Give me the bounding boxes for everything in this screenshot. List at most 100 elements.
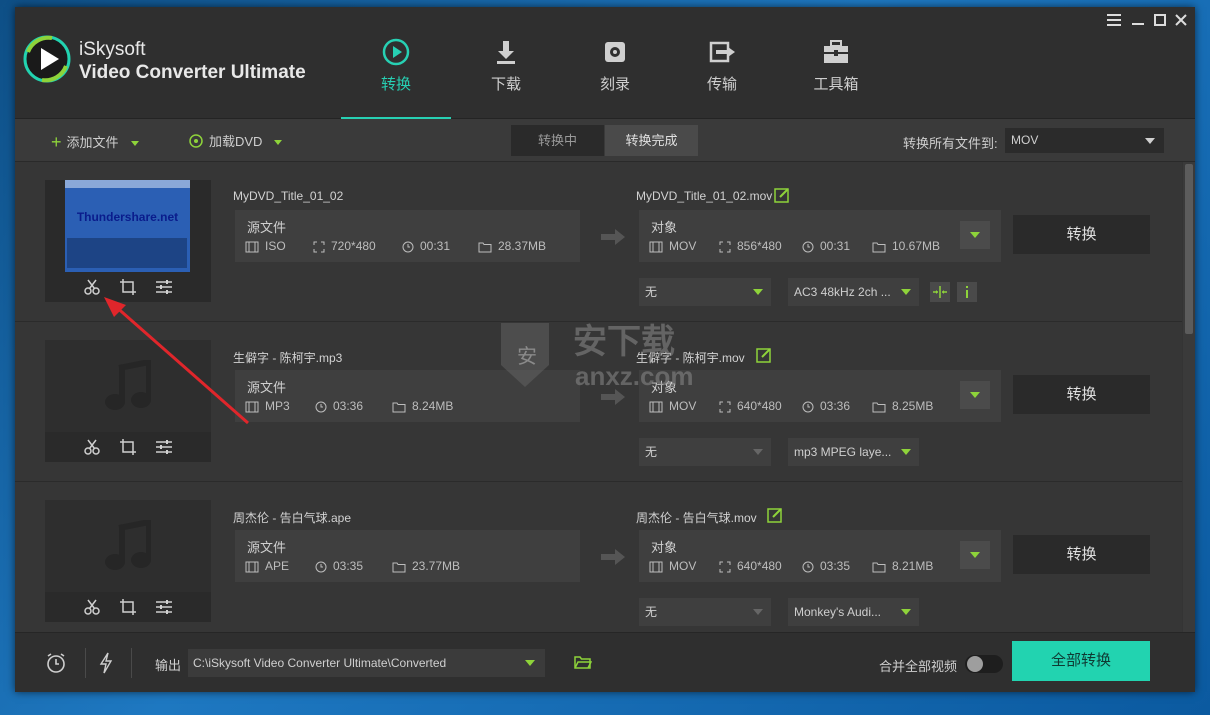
chevron-down-icon xyxy=(753,449,763,455)
tab-burn[interactable]: 刻录 xyxy=(560,37,670,119)
info-icon[interactable] xyxy=(957,282,977,302)
list-scrollbar[interactable] xyxy=(1183,162,1195,632)
maximize-icon[interactable] xyxy=(1149,10,1171,32)
resolution-icon xyxy=(719,401,731,413)
scissors-icon[interactable] xyxy=(83,438,101,456)
target-format-select[interactable]: MOV xyxy=(1005,128,1164,153)
film-icon xyxy=(649,561,663,573)
chevron-down-icon xyxy=(970,232,980,238)
output-path-select[interactable]: C:\iSkysoft Video Converter Ultimate\Con… xyxy=(188,649,545,677)
chevron-down-icon xyxy=(970,552,980,558)
edit-icon[interactable] xyxy=(767,507,783,523)
audio-track-select[interactable]: Monkey's Audi... xyxy=(788,598,919,626)
thumbnail-image: Thundershare.net xyxy=(45,180,211,272)
minimize-icon[interactable] xyxy=(1127,10,1149,32)
target-resolution: 856*480 xyxy=(719,239,782,253)
source-format-value: MP3 xyxy=(265,399,290,413)
menu-icon[interactable] xyxy=(1103,10,1125,32)
target-format: MOV xyxy=(649,399,696,413)
target-settings-dropdown[interactable] xyxy=(960,221,990,249)
open-folder-icon[interactable] xyxy=(574,655,592,670)
convert-all-button[interactable]: 全部转换 xyxy=(1012,641,1150,681)
bottom-bar: 输出 C:\iSkysoft Video Converter Ultimate\… xyxy=(15,632,1195,692)
target-size-value: 8.25MB xyxy=(892,399,934,413)
folder-icon xyxy=(478,242,492,253)
convert-button[interactable]: 转换 xyxy=(1013,215,1150,254)
effects-icon[interactable] xyxy=(155,278,173,296)
edit-icon[interactable] xyxy=(756,347,772,363)
scissors-icon[interactable] xyxy=(83,278,101,296)
subtitle-select[interactable]: 无 xyxy=(639,438,771,466)
load-dvd-label: 加载DVD xyxy=(209,134,263,149)
source-format: ISO xyxy=(245,239,286,253)
video-thumbnail[interactable]: Thundershare.net xyxy=(45,180,211,302)
source-duration-value: 03:36 xyxy=(333,399,364,413)
edit-icon[interactable] xyxy=(774,187,790,203)
merge-all-toggle[interactable] xyxy=(965,655,1003,673)
subtitle-select[interactable]: 无 xyxy=(639,278,771,306)
audio-track-select[interactable]: mp3 MPEG laye... xyxy=(788,438,919,466)
add-file-button[interactable]: + 添加文件 xyxy=(51,131,139,152)
target-format-value: MOV xyxy=(1011,133,1039,147)
annotation-arrow-icon xyxy=(104,297,249,425)
source-file-name: 周杰伦 - 告白气球.ape xyxy=(233,511,352,525)
load-dvd-button[interactable]: 加载DVD xyxy=(189,131,283,150)
tab-transfer[interactable]: 传输 xyxy=(667,37,777,119)
add-audio-icon[interactable] xyxy=(930,282,950,302)
convert-button[interactable]: 转换 xyxy=(1013,375,1150,414)
tab-converted[interactable]: 转换完成 xyxy=(605,125,698,156)
chevron-down-icon[interactable] xyxy=(130,141,139,147)
target-settings-dropdown[interactable] xyxy=(960,381,990,409)
tab-toolbox[interactable]: 工具箱 xyxy=(781,37,891,119)
audio-track-value: Monkey's Audi... xyxy=(794,605,881,619)
tab-transfer-label: 传输 xyxy=(706,76,737,93)
target-label: 对象 xyxy=(651,220,678,235)
tab-download-label: 下载 xyxy=(490,76,521,93)
target-settings-dropdown[interactable] xyxy=(960,541,990,569)
site-watermark: 安 安下载 anxz.com xyxy=(495,315,715,395)
download-icon xyxy=(497,41,515,64)
chevron-down-icon[interactable] xyxy=(274,140,283,146)
effects-icon[interactable] xyxy=(155,438,173,456)
film-icon xyxy=(649,241,663,253)
add-file-label: 添加文件 xyxy=(66,135,119,150)
dvd-icon xyxy=(189,134,203,148)
source-label: 源文件 xyxy=(247,540,287,555)
effects-icon[interactable] xyxy=(155,598,173,616)
folder-icon xyxy=(392,402,406,413)
clock-icon xyxy=(802,401,814,413)
target-file-name: MyDVD_Title_01_02.mov xyxy=(636,189,773,203)
target-size: 10.67MB xyxy=(872,239,940,253)
clock-icon xyxy=(802,561,814,573)
list-item: 周杰伦 - 告白气球.ape 源文件 APE 03:35 23.77MB 周杰伦… xyxy=(15,482,1182,632)
audio-track-select[interactable]: AC3 48kHz 2ch ... xyxy=(788,278,919,306)
app-name: iSkysoft xyxy=(79,39,146,60)
scrollbar-thumb[interactable] xyxy=(1185,164,1193,334)
resolution-icon xyxy=(313,241,325,253)
chevron-down-icon xyxy=(901,449,911,455)
close-icon[interactable] xyxy=(1170,10,1192,32)
arrow-right-icon xyxy=(601,229,625,245)
header: iSkysoft Video Converter Ultimate 转换 下载 … xyxy=(15,7,1195,119)
lightning-icon[interactable] xyxy=(99,652,113,674)
burn-icon xyxy=(605,42,625,62)
target-resolution-value: 640*480 xyxy=(737,559,782,573)
tab-download[interactable]: 下载 xyxy=(451,37,561,119)
tab-convert[interactable]: 转换 xyxy=(341,37,451,119)
source-label: 源文件 xyxy=(247,220,287,235)
alarm-clock-icon[interactable] xyxy=(45,652,67,674)
convert-button[interactable]: 转换 xyxy=(1013,535,1150,574)
crop-icon[interactable] xyxy=(119,278,137,296)
source-resolution-value: 720*480 xyxy=(331,239,376,253)
scissors-icon[interactable] xyxy=(83,598,101,616)
subtitle-select[interactable]: 无 xyxy=(639,598,771,626)
app-product-name: Video Converter Ultimate xyxy=(79,62,306,83)
source-duration: 03:36 xyxy=(315,399,363,413)
tab-converting[interactable]: 转换中 xyxy=(511,125,604,156)
crop-icon[interactable] xyxy=(119,598,137,616)
crop-icon[interactable] xyxy=(119,438,137,456)
clock-icon xyxy=(315,561,327,573)
audio-thumbnail[interactable] xyxy=(45,500,211,622)
source-size-value: 28.37MB xyxy=(498,239,547,253)
source-duration-value: 00:31 xyxy=(420,239,451,253)
